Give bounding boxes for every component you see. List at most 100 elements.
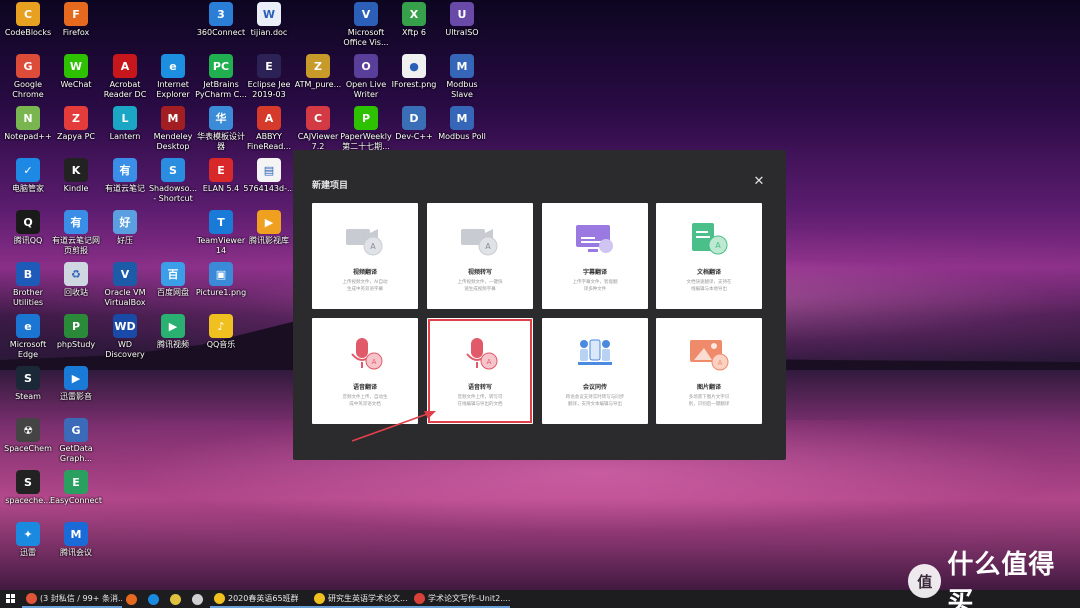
card-video-transcribe[interactable]: A 视频转写 上传视频文件，一键快 速生成视频字幕	[427, 203, 533, 309]
taskbar-window[interactable]: 研究生英语学术论文...	[310, 590, 410, 608]
card-audio-transcribe[interactable]: A 语音转写 音频文件上传，转写可 在线编辑与导出的文档	[427, 318, 533, 424]
desktop-icon-label: QQ音乐	[206, 340, 236, 349]
dialog-title: 新建项目	[312, 181, 349, 191]
watermark-badge: 值	[908, 564, 942, 598]
app-icon: A	[113, 54, 137, 78]
app-icon: Z	[306, 54, 330, 78]
card-image-translate[interactable]: A 图片翻译 多场景下图片文字识 别，识别后一键翻译	[656, 318, 762, 424]
start-button[interactable]	[0, 590, 22, 608]
svg-text:A: A	[485, 242, 491, 251]
app-icon: G	[64, 418, 88, 442]
app-icon: F	[64, 2, 88, 26]
app-icon: 好	[113, 210, 137, 234]
app-icon	[414, 592, 425, 604]
taskbar-pinned-app[interactable]	[122, 590, 144, 608]
card-title: 文档翻译	[696, 269, 721, 276]
taskbar-window-title: 2020春英语65班群	[228, 593, 299, 603]
app-icon	[170, 593, 181, 605]
app-icon: S	[16, 366, 40, 390]
subtitle-illustration-icon	[572, 219, 618, 259]
taskbar-pinned-app[interactable]	[144, 590, 166, 608]
video-illustration-icon: A	[342, 219, 388, 259]
app-icon: ▤	[257, 158, 281, 182]
taskbar-window-title: (3 封私信 / 99+ 条消...	[40, 593, 122, 603]
desktop-icon[interactable]: ♪ QQ音乐	[193, 314, 249, 366]
close-icon[interactable]: ✕	[751, 173, 767, 189]
app-icon	[214, 592, 225, 604]
desktop-icon[interactable]: M 腾讯会议	[48, 522, 104, 574]
app-icon	[148, 593, 159, 605]
app-icon: 百	[161, 262, 185, 286]
app-icon: E	[257, 54, 281, 78]
card-video-translate[interactable]: A 视频翻译 上传视频文件，AI自动 生成中英双语字幕	[312, 203, 418, 309]
card-meeting-interpret[interactable]: 会议同传 跨语会议支持实时转写与同步 翻译，支持文本编辑与导出	[542, 318, 648, 424]
desktop-icon[interactable]: ▤ 5764143d-...	[241, 158, 297, 210]
app-icon: 有	[64, 210, 88, 234]
card-description: 上传视频文件，AI自动 生成中英双语字幕	[342, 280, 388, 292]
app-icon: L	[113, 106, 137, 130]
taskbar-window-title: 研究生英语学术论文...	[328, 593, 408, 603]
desktop-icon[interactable]: 好好压	[97, 210, 153, 262]
desktop-icon[interactable]: F Firefox	[48, 2, 104, 54]
desktop-icon[interactable]: ▶ 迅雷影音	[48, 366, 104, 418]
card-description: 多场景下图片文字识 别，识别后一键翻译	[688, 395, 730, 407]
mic-illustration-icon: A	[342, 334, 388, 374]
app-icon: e	[161, 54, 185, 78]
desktop-icon-label: Modbus Slave	[446, 80, 478, 99]
app-icon: A	[257, 106, 281, 130]
app-icon: ▶	[161, 314, 185, 338]
app-icon: ✦	[16, 522, 40, 546]
desktop-icon[interactable]: U UltraISO	[434, 2, 490, 54]
app-icon: B	[16, 262, 40, 286]
app-icon: ▶	[257, 210, 281, 234]
card-description: 文档快速翻译，支持在 线编辑与本地导出	[686, 280, 732, 292]
card-doc-translate[interactable]: A 文档翻译 文档快速翻译，支持在 线编辑与本地导出	[656, 203, 762, 309]
card-subtitle-translate[interactable]: 字幕翻译 上传字幕文件，智能翻 译多种文件	[542, 203, 648, 309]
app-icon: ☢	[16, 418, 40, 442]
app-icon: ▶	[64, 366, 88, 390]
app-icon: C	[306, 106, 330, 130]
app-icon: V	[354, 2, 378, 26]
taskbar-window[interactable]: 2020春英语65班群	[210, 590, 310, 608]
desktop-icon[interactable]: ▶ 腾讯影视库	[241, 210, 297, 262]
app-icon: D	[402, 106, 426, 130]
app-icon: M	[450, 106, 474, 130]
windows-icon	[6, 594, 15, 603]
desktop-icon[interactable]: E EasyConnect	[48, 470, 104, 522]
card-title: 语音翻译	[352, 384, 377, 391]
svg-text:A: A	[715, 241, 721, 250]
taskbar-window[interactable]: (3 封私信 / 99+ 条消...	[22, 590, 122, 608]
video-illustration-icon: A	[457, 219, 503, 259]
app-icon: G	[16, 54, 40, 78]
app-icon: M	[161, 106, 185, 130]
app-icon: W	[257, 2, 281, 26]
watermark-text: 什么值得买	[947, 550, 1056, 608]
desktop-icon[interactable]: G GetData Graph...	[48, 418, 104, 470]
app-icon: ●	[402, 54, 426, 78]
card-title: 字幕翻译	[582, 269, 607, 276]
taskbar-pinned-app[interactable]	[188, 590, 210, 608]
desktop-icon-label: Modbus Poll	[438, 132, 486, 141]
card-description: 上传字幕文件，智能翻 译多种文件	[572, 280, 618, 292]
taskbar-window[interactable]: 学术论文写作-Unit2....	[410, 590, 510, 608]
desktop-icon[interactable]: M Modbus Slave	[434, 54, 490, 106]
svg-text:A: A	[372, 358, 377, 366]
desktop-icon-label: UltraISO	[445, 28, 479, 37]
taskbar-pinned-app[interactable]	[166, 590, 188, 608]
desktop-icon[interactable]: ▣ Picture1.png	[193, 262, 249, 314]
app-icon: T	[209, 210, 233, 234]
card-description: 跨语会议支持实时转写与同步 翻译，支持文本编辑与导出	[565, 395, 625, 407]
desktop-icon-label: 迅雷影音	[60, 392, 92, 401]
desktop-icon[interactable]: Wtijian.doc	[241, 2, 297, 54]
card-title: 视频转写	[467, 269, 492, 276]
card-description: 上传视频文件，一键快 速生成视频字幕	[457, 280, 503, 292]
watermark: 值 什么值得买	[908, 550, 1080, 608]
app-icon: M	[64, 522, 88, 546]
app-icon	[192, 593, 203, 605]
card-title: 图片翻译	[696, 384, 721, 391]
desktop-icon-label: 腾讯影视库	[249, 236, 289, 245]
card-title: 会议同传	[582, 384, 607, 391]
mic-illustration-icon: A	[457, 334, 503, 374]
app-icon: ✓	[16, 158, 40, 182]
app-icon: ♻	[64, 262, 88, 286]
